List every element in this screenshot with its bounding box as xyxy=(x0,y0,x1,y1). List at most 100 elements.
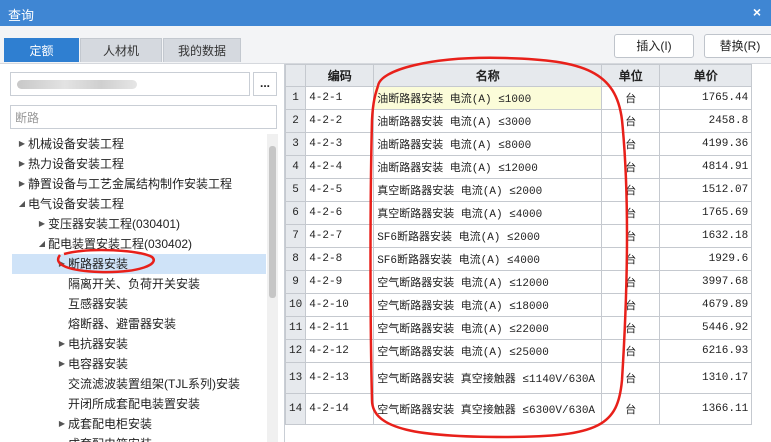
table-row[interactable]: 1 4-2-1 油断路器安装 电流(A) ≤1000 台 1765.44 xyxy=(284,86,753,110)
insert-button[interactable]: 插入(I) xyxy=(614,34,694,58)
row-number-cell[interactable]: 2 xyxy=(284,109,307,133)
table-row[interactable]: 2 4-2-2 油断路器安装 电流(A) ≤3000 台 2458.8 xyxy=(284,109,753,133)
table-row[interactable]: 3 4-2-3 油断路器安装 电流(A) ≤8000 台 4199.36 xyxy=(284,132,753,156)
price-cell[interactable]: 4814.91 xyxy=(659,155,753,179)
chevron-down-icon[interactable]: ◢ xyxy=(16,194,28,214)
price-cell[interactable]: 5446.92 xyxy=(659,316,753,340)
tree-node[interactable]: 互感器安装 xyxy=(56,294,266,314)
row-number-cell[interactable]: 7 xyxy=(284,224,307,248)
price-cell[interactable]: 3997.68 xyxy=(659,270,753,294)
name-cell[interactable]: 空气断路器安装 电流(A) ≤22000 xyxy=(373,316,603,340)
code-header[interactable]: 编码 xyxy=(305,64,375,87)
row-number-cell[interactable]: 13 xyxy=(284,362,307,394)
row-number-cell[interactable]: 14 xyxy=(284,393,307,425)
unit-cell[interactable]: 台 xyxy=(601,178,661,202)
close-icon[interactable]: × xyxy=(753,4,761,20)
name-cell[interactable]: 真空断路器安装 电流(A) ≤2000 xyxy=(373,178,603,202)
tree-node[interactable]: 成套配电箱安装 xyxy=(56,434,266,442)
row-number-cell[interactable]: 1 xyxy=(284,86,307,110)
code-cell[interactable]: 4-2-2 xyxy=(305,109,375,133)
name-cell[interactable]: SF6断路器安装 电流(A) ≤2000 xyxy=(373,224,603,248)
code-cell[interactable]: 4-2-4 xyxy=(305,155,375,179)
chevron-right-icon[interactable]: ▶ xyxy=(16,134,28,154)
table-row[interactable]: 4 4-2-4 油断路器安装 电流(A) ≤12000 台 4814.91 xyxy=(284,155,753,179)
tree-node[interactable]: ▶ 热力设备安装工程 xyxy=(16,154,266,174)
unit-cell[interactable]: 台 xyxy=(601,132,661,156)
name-cell[interactable]: 空气断路器安装 电流(A) ≤25000 xyxy=(373,339,603,363)
table-row[interactable]: 11 4-2-11 空气断路器安装 电流(A) ≤22000 台 5446.92 xyxy=(284,316,753,340)
unit-cell[interactable]: 台 xyxy=(601,247,661,271)
row-number-cell[interactable]: 10 xyxy=(284,293,307,317)
code-cell[interactable]: 4-2-1 xyxy=(305,86,375,110)
name-cell[interactable]: 空气断路器安装 电流(A) ≤18000 xyxy=(373,293,603,317)
name-cell[interactable]: 油断路器安装 电流(A) ≤8000 xyxy=(373,132,603,156)
row-number-cell[interactable]: 11 xyxy=(284,316,307,340)
row-number-cell[interactable]: 6 xyxy=(284,201,307,225)
code-cell[interactable]: 4-2-8 xyxy=(305,247,375,271)
tree-node[interactable]: 隔离开关、负荷开关安装 xyxy=(56,274,266,294)
chevron-right-icon[interactable]: ▶ xyxy=(36,214,48,234)
table-row[interactable]: 5 4-2-5 真空断路器安装 电流(A) ≤2000 台 1512.07 xyxy=(284,178,753,202)
table-row[interactable]: 7 4-2-7 SF6断路器安装 电流(A) ≤2000 台 1632.18 xyxy=(284,224,753,248)
tree-node[interactable]: ◢ 电气设备安装工程 xyxy=(16,194,266,214)
code-cell[interactable]: 4-2-6 xyxy=(305,201,375,225)
tree-node[interactable]: ▶ 电抗器安装 xyxy=(56,334,266,354)
table-row[interactable]: 9 4-2-9 空气断路器安装 电流(A) ≤12000 台 3997.68 xyxy=(284,270,753,294)
name-cell[interactable]: 空气断路器安装 真空接触器 ≤6300V/630A xyxy=(373,393,603,425)
tree-node[interactable]: ▶ 变压器安装工程(030401) xyxy=(36,214,266,234)
price-cell[interactable]: 1512.07 xyxy=(659,178,753,202)
unit-cell[interactable]: 台 xyxy=(601,224,661,248)
code-cell[interactable]: 4-2-13 xyxy=(305,362,375,394)
code-cell[interactable]: 4-2-7 xyxy=(305,224,375,248)
price-cell[interactable]: 1310.17 xyxy=(659,362,753,394)
price-cell[interactable]: 4679.89 xyxy=(659,293,753,317)
price-cell[interactable]: 1632.18 xyxy=(659,224,753,248)
unit-cell[interactable]: 台 xyxy=(601,316,661,340)
unit-cell[interactable]: 台 xyxy=(601,86,661,110)
table-row[interactable]: 14 4-2-14 空气断路器安装 真空接触器 ≤6300V/630A 台 1366.1… xyxy=(284,393,753,425)
search-input[interactable] xyxy=(10,105,277,129)
chevron-right-icon[interactable]: ▶ xyxy=(16,154,28,174)
replace-button[interactable]: 替换(R) xyxy=(704,34,771,58)
unit-cell[interactable]: 台 xyxy=(601,339,661,363)
price-header[interactable]: 单价 xyxy=(659,64,753,87)
chevron-right-icon[interactable]: ▶ xyxy=(16,174,28,194)
name-cell[interactable]: SF6断路器安装 电流(A) ≤4000 xyxy=(373,247,603,271)
price-cell[interactable]: 2458.8 xyxy=(659,109,753,133)
row-number-cell[interactable]: 9 xyxy=(284,270,307,294)
tab-quota[interactable]: 定额 xyxy=(4,38,79,62)
tree-node[interactable]: ▶ 机械设备安装工程 xyxy=(16,134,266,154)
price-cell[interactable]: 4199.36 xyxy=(659,132,753,156)
tree-node[interactable]: 开闭所成套配电装置安装 xyxy=(56,394,266,414)
chevron-right-icon[interactable]: ▶ xyxy=(56,414,68,434)
row-number-cell[interactable]: 12 xyxy=(284,339,307,363)
unit-cell[interactable]: 台 xyxy=(601,201,661,225)
tree-node[interactable]: ◢ 配电装置安装工程(030402) xyxy=(36,234,266,254)
name-header[interactable]: 名称 xyxy=(373,64,603,87)
tree-node[interactable]: 交流滤波装置组架(TJL系列)安装 xyxy=(56,374,266,394)
row-number-cell[interactable]: 8 xyxy=(284,247,307,271)
unit-header[interactable]: 单位 xyxy=(601,64,661,87)
chevron-right-icon[interactable]: ▶ xyxy=(56,334,68,354)
code-cell[interactable]: 4-2-12 xyxy=(305,339,375,363)
name-cell[interactable]: 油断路器安装 电流(A) ≤1000 xyxy=(373,86,603,110)
table-row[interactable]: 8 4-2-8 SF6断路器安装 电流(A) ≤4000 台 1929.6 xyxy=(284,247,753,271)
code-cell[interactable]: 4-2-9 xyxy=(305,270,375,294)
chevron-down-icon[interactable]: ◢ xyxy=(36,234,48,254)
price-cell[interactable]: 6216.93 xyxy=(659,339,753,363)
code-cell[interactable]: 4-2-3 xyxy=(305,132,375,156)
price-cell[interactable]: 1765.44 xyxy=(659,86,753,110)
tab-my-data[interactable]: 我的数据 xyxy=(163,38,241,62)
unit-cell[interactable]: 台 xyxy=(601,393,661,425)
table-row[interactable]: 6 4-2-6 真空断路器安装 电流(A) ≤4000 台 1765.69 xyxy=(284,201,753,225)
table-row[interactable]: 12 4-2-12 空气断路器安装 电流(A) ≤25000 台 6216.93 xyxy=(284,339,753,363)
price-cell[interactable]: 1765.69 xyxy=(659,201,753,225)
unit-cell[interactable]: 台 xyxy=(601,270,661,294)
tree-scrollbar-thumb[interactable] xyxy=(269,146,276,298)
name-cell[interactable]: 空气断路器安装 电流(A) ≤12000 xyxy=(373,270,603,294)
tree-node[interactable]: ▶ 电容器安装 xyxy=(56,354,266,374)
table-row[interactable]: 13 4-2-13 空气断路器安装 真空接触器 ≤1140V/630A 台 1310.1… xyxy=(284,362,753,394)
price-cell[interactable]: 1929.6 xyxy=(659,247,753,271)
table-row[interactable]: 10 4-2-10 空气断路器安装 电流(A) ≤18000 台 4679.89 xyxy=(284,293,753,317)
name-cell[interactable]: 空气断路器安装 真空接触器 ≤1140V/630A xyxy=(373,362,603,394)
